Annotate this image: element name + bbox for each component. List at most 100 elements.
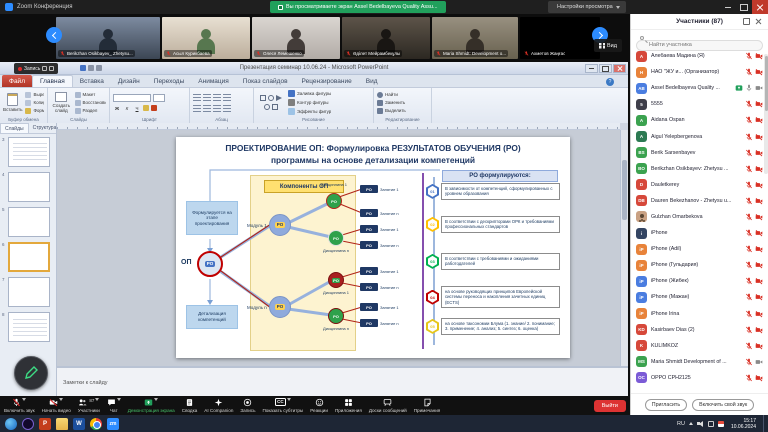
bullet-list-icon[interactable] (193, 94, 201, 101)
replace-button[interactable]: Заменить (377, 100, 406, 106)
apps-button[interactable]: Приложения (335, 398, 362, 413)
notification-flag-icon[interactable] (718, 421, 724, 427)
help-icon[interactable]: ? (606, 78, 614, 86)
participant-row[interactable]: DB Dauren Bekezhanov - Zhetysu u... (631, 193, 768, 209)
chevron-up-icon[interactable] (154, 398, 158, 401)
ribbon-tab-5[interactable]: Анимация (191, 75, 236, 87)
participant-row[interactable]: iP iPhone (Жибек) (631, 273, 768, 289)
slide-thumbnail[interactable]: 7 (0, 277, 56, 307)
ribbon-tab-8[interactable]: Вид (359, 75, 385, 87)
participant-row[interactable]: MS Maria Shmidt Development of ... (631, 354, 768, 370)
ribbon-tab-7[interactable]: Рецензирование (295, 75, 359, 87)
zoom-app-icon[interactable]: zm (107, 418, 119, 430)
redo-icon[interactable] (96, 65, 102, 71)
ellipse-shape-icon[interactable] (268, 95, 274, 101)
search-input[interactable] (636, 40, 763, 51)
annotate-button[interactable] (14, 356, 48, 390)
participant-row[interactable]: iP iPhone (Гульдария) (631, 257, 768, 273)
undo-icon[interactable] (88, 65, 94, 71)
slide-thumbnail[interactable]: 3 (0, 137, 56, 167)
tab-slides[interactable]: Слайды (0, 123, 29, 133)
chevron-up-icon[interactable] (22, 398, 26, 401)
chevron-up-icon[interactable] (117, 398, 121, 401)
invite-button[interactable]: Пригласить (645, 399, 687, 411)
minimize-button[interactable] (720, 0, 736, 14)
pause-recording-button[interactable] (42, 66, 47, 71)
stop-recording-button[interactable] (49, 66, 54, 71)
reactions-button[interactable]: Реакции (310, 398, 328, 413)
chevron-up-icon[interactable] (59, 398, 63, 401)
numbered-list-icon[interactable] (203, 94, 211, 101)
participant-row[interactable]: iP iPhone (Adil) (631, 241, 768, 257)
show-desktop-button[interactable] (763, 415, 766, 432)
powerpoint-titlebar[interactable]: Презентация семинар 10.06.24 - Microsoft… (0, 62, 628, 75)
align-right-icon[interactable] (213, 105, 221, 112)
powerpoint-icon[interactable]: P (39, 418, 51, 430)
captions-button[interactable]: CC Показать субтитры (262, 398, 303, 413)
word-icon[interactable]: W (73, 418, 85, 430)
text-shadow-icon[interactable] (143, 105, 149, 111)
participant-row[interactable]: 5 5555 (631, 96, 768, 112)
pop-out-icon[interactable] (743, 18, 750, 25)
participant-row[interactable]: KD Kasirbaev Dias (2) (631, 322, 768, 338)
shape-effects-button[interactable]: Эффекты фигур (288, 108, 331, 115)
section-button[interactable]: Раздел (75, 108, 106, 114)
justify-icon[interactable] (223, 105, 231, 112)
quick-access-toolbar[interactable] (80, 65, 102, 71)
record-button[interactable]: Запись (240, 398, 255, 413)
ribbon-tab-1[interactable]: Главная (32, 75, 73, 87)
participant-search[interactable] (636, 33, 763, 44)
volume-icon[interactable] (697, 420, 704, 427)
slide-thumbnail[interactable]: 8 (0, 312, 56, 342)
shape-outline-button[interactable]: Контур фигуры (288, 99, 331, 106)
ribbon-tab-0[interactable]: Файл (2, 75, 32, 87)
leave-button[interactable]: Выйти (594, 400, 626, 412)
chat-button[interactable]: Чат (107, 398, 121, 413)
slide-thumbnail[interactable]: 4 (0, 172, 56, 202)
participant-row[interactable]: iP iPhone (Мажан) (631, 289, 768, 305)
ribbon-tab-4[interactable]: Переходы (147, 75, 192, 87)
format-painter-button[interactable]: Формат по образцу (25, 108, 44, 114)
shape-icon[interactable] (264, 104, 270, 110)
scroll-left-button[interactable] (46, 27, 62, 43)
chrome-icon[interactable] (90, 418, 102, 430)
slide-thumbnail[interactable]: 5 (0, 207, 56, 237)
video-tile[interactable]: Ахметов Жаңғас (520, 17, 600, 59)
participant-row[interactable]: Н НАО "ЖУ и... (Организатор) (631, 64, 768, 80)
scrollbar-thumb[interactable] (622, 160, 627, 220)
participant-row[interactable]: AB Assel Bedelbayeva Quality ... (631, 80, 768, 96)
ribbon-tab-2[interactable]: Вставка (73, 75, 111, 87)
bold-button[interactable]: Ж (113, 106, 121, 111)
shape-icon[interactable] (272, 104, 278, 110)
video-tile[interactable]: Олеся Лемешенко (252, 17, 340, 59)
maximize-button[interactable] (599, 64, 612, 73)
cortana-icon[interactable] (22, 418, 34, 430)
ai-companion-button[interactable]: AI Companion (204, 398, 233, 413)
close-button[interactable] (752, 0, 768, 14)
minimize-button[interactable] (585, 64, 598, 73)
unmute-self-button[interactable]: Включить свой звук (692, 399, 754, 411)
participant-row[interactable]: D Dauletkerey (631, 177, 768, 193)
participant-row[interactable]: BO Berikzhan Osikbayev: Zhetysu ... (631, 161, 768, 177)
participant-row[interactable]: OC OPPO CPH2125 (631, 370, 768, 386)
maximize-button[interactable] (736, 0, 752, 14)
panel-scrollbar[interactable] (764, 54, 768, 174)
video-tile[interactable]: Maria Shmidt: Development o... (432, 17, 518, 59)
arrow-shape-icon[interactable] (276, 95, 282, 101)
layout-button[interactable]: Макет (75, 92, 106, 98)
select-button[interactable]: Выделить (377, 108, 406, 114)
video-tile[interactable]: Berikzhan Osikbayev_ Zhetysu... (56, 17, 160, 59)
tab-outline[interactable]: Структура (29, 123, 61, 133)
participant-row[interactable]: i iPhone (631, 225, 768, 241)
indent-icon[interactable] (213, 94, 221, 101)
share-screen-button[interactable]: Демонстрация экрана (128, 398, 175, 413)
underline-button[interactable]: Ч (133, 106, 141, 111)
chevron-up-icon[interactable] (287, 398, 291, 401)
spacing-icon[interactable] (223, 94, 231, 101)
close-button[interactable] (613, 64, 626, 73)
view-button[interactable]: Вид (594, 39, 622, 52)
cut-button[interactable]: Вырезать (25, 92, 44, 98)
clock[interactable]: 15:17 10.06.2024 (731, 418, 756, 430)
participant-row[interactable]: A Aidana Ospan (631, 112, 768, 128)
video-tile[interactable]: Асыл Курикбаева (162, 17, 250, 59)
